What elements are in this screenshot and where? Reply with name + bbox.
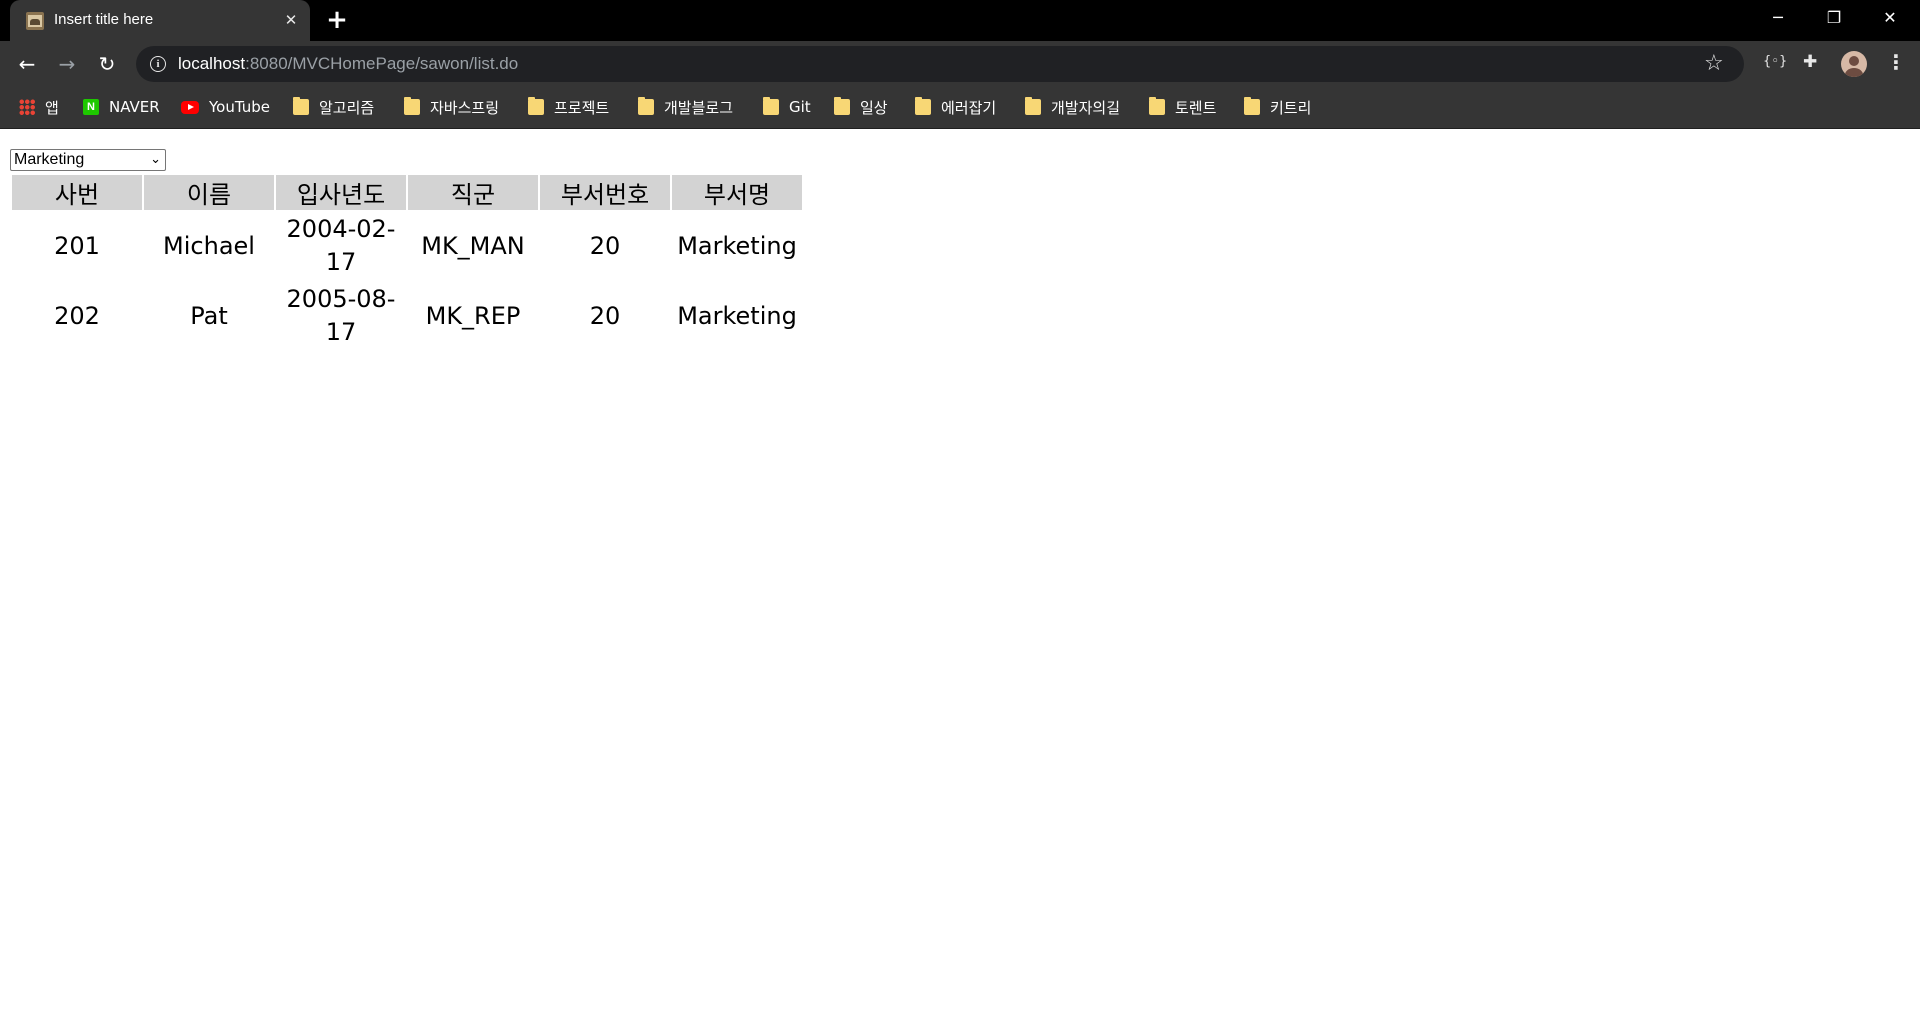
browser-toolbar: ← → ↻ i localhost:8080/MVCHomePage/sawon… [0, 41, 1920, 87]
folder-icon [763, 97, 779, 115]
close-tab-icon[interactable]: ✕ [280, 9, 302, 31]
bookmarks-bar: 앱 N NAVER YouTube 알고리즘 자바스프링 프로젝트 개발블로그 … [0, 87, 1920, 129]
address-bar[interactable]: i localhost:8080/MVCHomePage/sawon/list.… [136, 46, 1744, 82]
favicon-icon [26, 12, 44, 30]
department-select[interactable]: Marketing ⌄ [10, 149, 166, 171]
folder-icon [528, 97, 544, 115]
table-cell: MK_REP [425, 301, 521, 330]
folder-icon [1149, 97, 1165, 115]
employee-table: 사번 이름 입사년도 직군 부서번호 부서명 201 Michael 2004-… [10, 173, 804, 352]
table-cell: 202 [54, 301, 100, 330]
column-header: 직군 [408, 175, 538, 210]
bookmark-folder[interactable]: 토렌트 [1149, 96, 1216, 118]
page-content: Marketing ⌄ 사번 이름 입사년도 직군 부서번호 부서명 201 M… [0, 129, 1920, 1030]
restore-button[interactable]: ❐ [1806, 0, 1862, 36]
bookmark-star-icon[interactable]: ☆ [1704, 51, 1724, 76]
folder-icon [638, 97, 654, 115]
column-header: 입사년도 [276, 175, 406, 210]
browser-tab[interactable]: Insert title here ✕ [10, 0, 310, 41]
column-header: 사번 [12, 175, 142, 210]
extensions-puzzle-icon[interactable]: ✚ [1803, 52, 1817, 72]
bookmark-youtube[interactable]: YouTube [181, 96, 270, 118]
folder-icon [1244, 97, 1260, 115]
table-cell: Marketing [677, 231, 797, 260]
table-cell: MK_MAN [421, 231, 525, 260]
table-row: 201 Michael 2004-02-17 MK_MAN 20 Marketi… [12, 212, 802, 280]
table-row: 202 Pat 2005-08-17 MK_REP 20 Marketing [12, 282, 802, 350]
bookmark-folder[interactable]: 개발블로그 [638, 96, 733, 118]
reload-icon[interactable]: ↻ [93, 50, 121, 78]
bookmark-folder[interactable]: 일상 [834, 96, 888, 118]
back-arrow-icon[interactable]: ← [13, 50, 41, 78]
naver-icon: N [83, 99, 99, 115]
info-icon[interactable]: i [150, 56, 166, 72]
profile-avatar[interactable] [1841, 51, 1867, 77]
table-cell: 201 [54, 231, 100, 260]
table-cell: 2005-08-17 [286, 285, 396, 346]
table-cell: Pat [190, 301, 228, 330]
bookmark-folder[interactable]: 개발자의길 [1025, 96, 1120, 118]
close-window-button[interactable]: ✕ [1862, 0, 1918, 36]
url-text[interactable]: localhost:8080/MVCHomePage/sawon/list.do [178, 54, 518, 74]
folder-icon [404, 97, 420, 115]
column-header: 부서번호 [540, 175, 670, 210]
column-header: 부서명 [672, 175, 802, 210]
bookmark-apps[interactable]: 앱 [19, 96, 59, 118]
bookmark-folder[interactable]: Git [763, 96, 811, 118]
bookmark-naver[interactable]: N NAVER [83, 96, 160, 118]
new-tab-button[interactable]: + [324, 7, 350, 34]
table-cell: 20 [589, 231, 621, 260]
table-cell: Michael [163, 231, 255, 260]
minimize-button[interactable]: ─ [1750, 0, 1806, 36]
folder-icon [1025, 97, 1041, 115]
tab-strip: Insert title here ✕ + ─ ❐ ✕ [0, 0, 1920, 41]
bookmark-folder[interactable]: 키트리 [1244, 96, 1311, 118]
apps-grid-icon [19, 99, 35, 115]
forward-arrow-icon[interactable]: → [53, 50, 81, 78]
bookmark-folder[interactable]: 에러잡기 [915, 96, 996, 118]
tab-title: Insert title here [54, 11, 154, 28]
column-header: 이름 [144, 175, 274, 210]
kebab-menu-icon[interactable]: ⋮ [1886, 50, 1906, 74]
bookmark-folder[interactable]: 프로젝트 [528, 96, 609, 118]
folder-icon [834, 97, 850, 115]
chevron-down-icon: ⌄ [150, 151, 161, 166]
table-cell: 2004-02-17 [286, 215, 396, 276]
folder-icon [293, 97, 309, 115]
table-cell: 20 [589, 301, 621, 330]
extension-braces-icon[interactable]: {◦} [1763, 54, 1787, 69]
table-header-row: 사번 이름 입사년도 직군 부서번호 부서명 [12, 175, 802, 210]
bookmark-folder[interactable]: 알고리즘 [293, 96, 374, 118]
youtube-icon [181, 100, 199, 114]
folder-icon [915, 97, 931, 115]
bookmark-folder[interactable]: 자바스프링 [404, 96, 499, 118]
table-cell: Marketing [677, 301, 797, 330]
